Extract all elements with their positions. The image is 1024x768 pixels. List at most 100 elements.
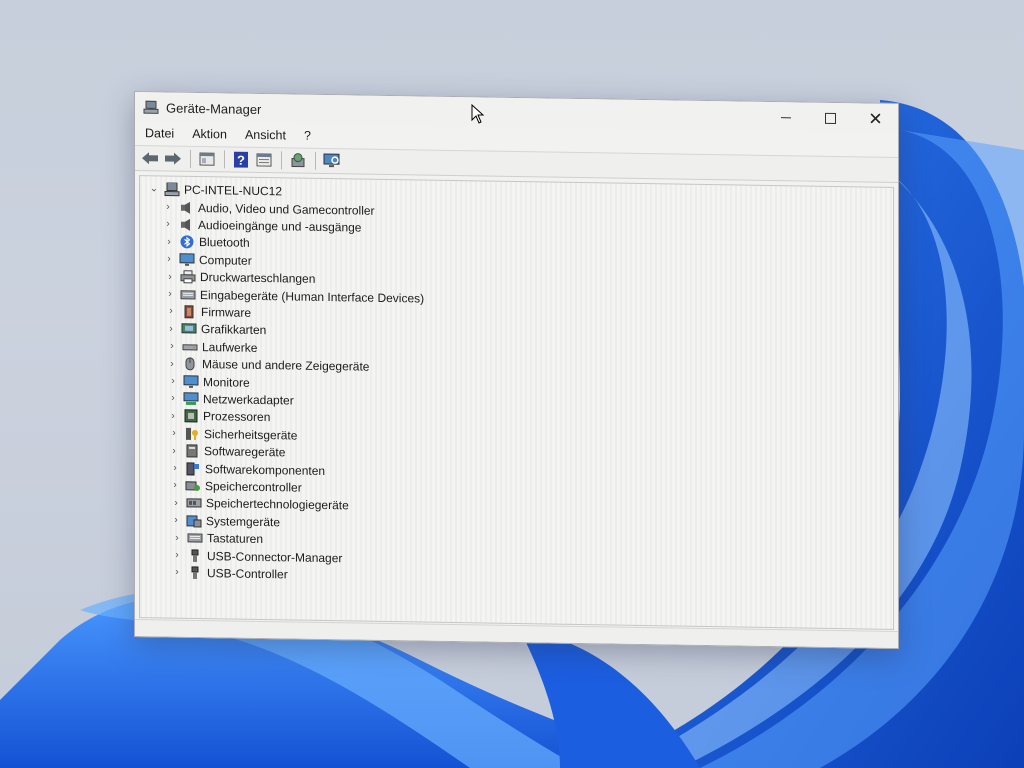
security-key-icon	[184, 426, 200, 440]
forward-button[interactable]	[162, 148, 184, 168]
tree-item[interactable]: › Softwaregeräte	[168, 442, 285, 461]
close-button[interactable]: ✕	[853, 103, 898, 134]
properties-button[interactable]	[196, 149, 218, 169]
tree-item[interactable]: › Sicherheitsgeräte	[168, 425, 297, 444]
maximize-icon	[825, 112, 836, 124]
tree-item[interactable]: › Softwarekomponenten	[169, 460, 325, 479]
close-icon: ✕	[868, 109, 883, 129]
help-button[interactable]: ?	[230, 150, 252, 170]
keyboard-icon	[187, 531, 203, 545]
forward-arrow-icon	[165, 152, 181, 165]
view-button[interactable]	[253, 150, 275, 170]
chevron-right-icon[interactable]: ›	[162, 201, 174, 213]
tree-item-label: Eingabegeräte (Human Interface Devices)	[200, 287, 425, 306]
chevron-right-icon[interactable]: ›	[170, 515, 182, 526]
tree-item-label: Laufwerke	[202, 339, 258, 355]
chevron-right-icon[interactable]: ›	[170, 497, 182, 508]
chevron-right-icon[interactable]: ›	[162, 219, 174, 230]
menu-ansicht[interactable]: Ansicht	[237, 128, 294, 143]
tree-item-label: Systemgeräte	[206, 513, 281, 529]
root-label: PC-INTEL-NUC12	[184, 182, 283, 198]
storage-controller-icon	[185, 479, 201, 493]
speaker-icon	[178, 200, 194, 214]
chip-icon	[181, 305, 197, 319]
tree-item-label: Monitore	[203, 374, 250, 390]
computer-icon	[164, 181, 180, 196]
tree-item-label: Druckwarteschlangen	[200, 270, 316, 286]
monitor-icon	[179, 252, 195, 266]
tree-item-label: Softwaregeräte	[204, 444, 286, 460]
tree-item[interactable]: › Tastaturen	[171, 529, 263, 547]
chevron-right-icon[interactable]: ›	[165, 306, 177, 317]
scan-hardware-button[interactable]	[321, 151, 343, 171]
minimize-button[interactable]	[763, 102, 808, 133]
tree-item[interactable]: › Speichercontroller	[169, 477, 301, 496]
update-driver-button[interactable]	[287, 150, 309, 170]
chevron-right-icon[interactable]: ›	[165, 323, 177, 334]
chevron-right-icon[interactable]: ›	[168, 428, 180, 439]
tree-item-label: Computer	[199, 252, 252, 268]
tree-item[interactable]: › Laufwerke	[166, 338, 257, 356]
maximize-button[interactable]	[808, 103, 853, 134]
chevron-right-icon[interactable]: ›	[171, 567, 183, 578]
chevron-right-icon[interactable]: ›	[163, 254, 175, 265]
back-arrow-icon	[142, 152, 158, 165]
tree-item[interactable]: › Systemgeräte	[170, 512, 280, 531]
chevron-right-icon[interactable]: ›	[164, 271, 176, 282]
tree-item-label: Netzwerkadapter	[203, 391, 294, 408]
tree-item[interactable]: › Bluetooth	[163, 233, 250, 251]
minimize-icon	[780, 116, 791, 118]
tree-item-label: USB-Connector-Manager	[207, 548, 343, 565]
display-adapter-icon	[181, 322, 197, 336]
tree-item-label: Firmware	[201, 304, 251, 320]
tree-item-label: Softwarekomponenten	[205, 461, 326, 478]
toolbar-separator	[224, 150, 225, 169]
menu-datei[interactable]: Datei	[137, 126, 182, 141]
mouse-cursor	[471, 103, 485, 129]
tree-item-label: Tastaturen	[207, 531, 264, 547]
update-driver-icon	[291, 153, 305, 168]
tree-item[interactable]: › USB-Connector-Manager	[171, 547, 342, 567]
usb-icon	[187, 566, 203, 580]
tree-item-label: Mäuse und andere Zeigegeräte	[202, 357, 370, 374]
chevron-right-icon[interactable]: ›	[169, 480, 181, 491]
tree-item-label: Grafikkarten	[201, 322, 267, 338]
tree-item-label: Speichertechnologiegeräte	[206, 496, 349, 513]
tree-root[interactable]: ⌄ PC-INTEL-NUC12	[148, 180, 282, 199]
properties-icon	[199, 152, 215, 166]
chevron-right-icon[interactable]: ›	[167, 410, 179, 421]
tree-item[interactable]: › Netzwerkadapter	[167, 390, 294, 409]
chevron-right-icon[interactable]: ›	[166, 341, 178, 352]
chevron-right-icon[interactable]: ›	[163, 236, 175, 247]
toolbar-separator	[315, 151, 316, 170]
processor-icon	[183, 409, 199, 423]
memory-device-icon	[186, 496, 202, 510]
back-button[interactable]	[139, 148, 161, 168]
toolbar-separator	[281, 151, 282, 170]
tree-item[interactable]: › Prozessoren	[167, 407, 270, 426]
tree-item[interactable]: › Computer	[163, 251, 252, 269]
menu-help[interactable]: ?	[296, 129, 319, 143]
bluetooth-icon	[179, 235, 195, 249]
chevron-right-icon[interactable]: ›	[171, 532, 183, 543]
chevron-right-icon[interactable]: ›	[167, 376, 179, 387]
printer-icon	[180, 270, 196, 284]
chevron-right-icon[interactable]: ›	[169, 463, 181, 474]
system-device-icon	[186, 514, 202, 528]
tree-item[interactable]: › USB-Controller	[171, 564, 287, 583]
chevron-right-icon[interactable]: ›	[171, 550, 183, 561]
chevron-right-icon[interactable]: ›	[166, 358, 178, 369]
tree-item[interactable]: › Firmware	[165, 303, 251, 321]
tree-item[interactable]: › Druckwarteschlangen	[164, 268, 315, 287]
chevron-right-icon[interactable]: ›	[168, 445, 180, 456]
tree-item[interactable]: › Grafikkarten	[165, 320, 266, 339]
tree-item-label: Bluetooth	[199, 235, 250, 251]
device-manager-window: Geräte-Manager ✕ Datei Aktion Ansicht ? …	[134, 91, 899, 650]
menu-aktion[interactable]: Aktion	[184, 127, 235, 142]
software-component-icon	[185, 461, 201, 475]
chevron-right-icon[interactable]: ›	[164, 288, 176, 300]
chevron-down-icon[interactable]: ⌄	[148, 183, 160, 194]
view-icon	[256, 153, 272, 167]
chevron-right-icon[interactable]: ›	[167, 393, 179, 404]
tree-item[interactable]: › Monitore	[167, 373, 250, 391]
